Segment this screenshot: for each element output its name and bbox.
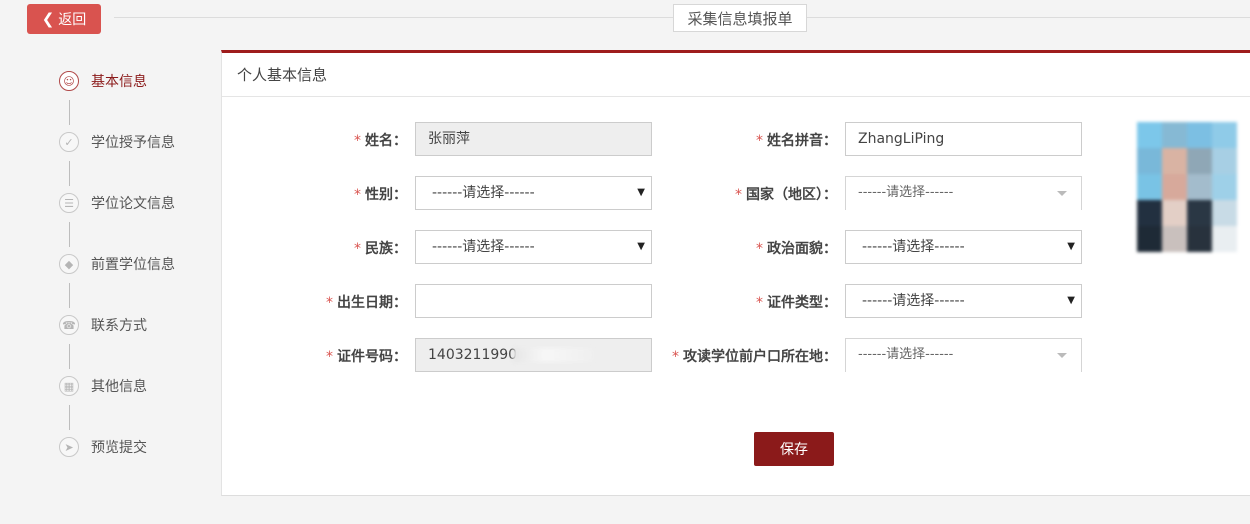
step-thesis-info[interactable]: ☰ 学位论文信息 [59, 191, 175, 215]
step-degree-grant-info[interactable]: ✓ 学位授予信息 [59, 130, 175, 154]
user-icon: ☺ [59, 71, 79, 91]
back-label: 返回 [58, 12, 87, 28]
caret-down-icon: ▼ [637, 241, 645, 252]
caret-down-icon: ▼ [1067, 295, 1075, 306]
name-label: * 姓名： [354, 133, 407, 149]
required-mark: * [756, 295, 763, 311]
required-mark: * [756, 241, 763, 257]
step-label: 其他信息 [91, 379, 147, 395]
back-button[interactable]: ❮ 返回 [27, 4, 101, 34]
required-mark: * [326, 295, 333, 311]
id-type-label: * 证件类型： [756, 295, 837, 311]
id-photo[interactable] [1137, 122, 1237, 252]
gender-select[interactable]: ------请选择------ ▼ [415, 176, 652, 210]
required-mark: * [735, 187, 742, 203]
step-label: 联系方式 [91, 318, 147, 334]
required-mark: * [354, 187, 361, 203]
required-mark: * [326, 349, 333, 365]
birth-date-field[interactable] [415, 284, 652, 318]
ethnicity-label: * 民族： [354, 241, 407, 257]
birth-date-label: * 出生日期： [326, 295, 407, 311]
page-title: 采集信息填报单 [673, 4, 807, 32]
political-status-label: * 政治面貌： [756, 241, 837, 257]
phone-icon: ☎ [59, 315, 79, 335]
chevron-left-icon: ❮ [41, 9, 55, 28]
hukou-value: ------请选择------ [858, 347, 954, 362]
caret-down-icon: ▼ [637, 187, 645, 198]
redacted-blur [513, 348, 594, 362]
caret-down-icon [1057, 191, 1067, 196]
country-label: * 国家（地区）： [735, 187, 837, 203]
step-connector [69, 344, 70, 369]
panel-title: 个人基本信息 [222, 53, 1250, 97]
id-type-value: ------请选择------ [862, 293, 965, 309]
country-value: ------请选择------ [858, 185, 954, 200]
step-connector [69, 100, 70, 125]
step-connector [69, 283, 70, 308]
id-type-select[interactable]: ------请选择------ ▼ [845, 284, 1082, 318]
step-label: 预览提交 [91, 440, 147, 456]
caret-down-icon [1057, 353, 1067, 358]
step-contact-info[interactable]: ☎ 联系方式 [59, 313, 147, 337]
send-icon: ➤ [59, 437, 79, 457]
required-mark: * [354, 133, 361, 149]
required-mark: * [672, 349, 679, 365]
country-select[interactable]: ------请选择------ [845, 176, 1082, 210]
step-label: 学位论文信息 [91, 196, 175, 212]
caret-down-icon: ▼ [1067, 241, 1075, 252]
gender-value: ------请选择------ [432, 185, 535, 201]
gender-label: * 性别： [354, 187, 407, 203]
required-mark: * [354, 241, 361, 257]
ethnicity-value: ------请选择------ [432, 239, 535, 255]
step-label: 前置学位信息 [91, 257, 175, 273]
graduation-cap-icon: ◆ [59, 254, 79, 274]
file-icon: ▦ [59, 376, 79, 396]
step-preview-submit[interactable]: ➤ 预览提交 [59, 435, 147, 459]
step-connector [69, 405, 70, 430]
id-number-label: * 证件号码： [326, 349, 407, 365]
step-label: 基本信息 [91, 74, 147, 90]
required-mark: * [756, 133, 763, 149]
step-connector [69, 222, 70, 247]
ethnicity-select[interactable]: ------请选择------ ▼ [415, 230, 652, 264]
hukou-select[interactable]: ------请选择------ [845, 338, 1082, 372]
step-connector [69, 161, 70, 186]
id-number-field[interactable]: 1403211990 [415, 338, 652, 372]
step-prior-degree-info[interactable]: ◆ 前置学位信息 [59, 252, 175, 276]
name-pinyin-label: * 姓名拼音： [756, 133, 837, 149]
name-field[interactable]: 张丽萍 [415, 122, 652, 156]
step-other-info[interactable]: ▦ 其他信息 [59, 374, 147, 398]
form-panel: 个人基本信息 [221, 50, 1250, 496]
shield-icon: ✓ [59, 132, 79, 152]
save-button[interactable]: 保存 [754, 432, 834, 466]
document-icon: ☰ [59, 193, 79, 213]
political-status-select[interactable]: ------请选择------ ▼ [845, 230, 1082, 264]
political-status-value: ------请选择------ [862, 239, 965, 255]
step-label: 学位授予信息 [91, 135, 175, 151]
step-basic-info[interactable]: ☺ 基本信息 [59, 69, 147, 93]
name-pinyin-field[interactable]: ZhangLiPing [845, 122, 1082, 156]
id-number-value: 1403211990 [428, 347, 518, 363]
hukou-label: * 攻读学位前户口所在地： [672, 349, 837, 365]
